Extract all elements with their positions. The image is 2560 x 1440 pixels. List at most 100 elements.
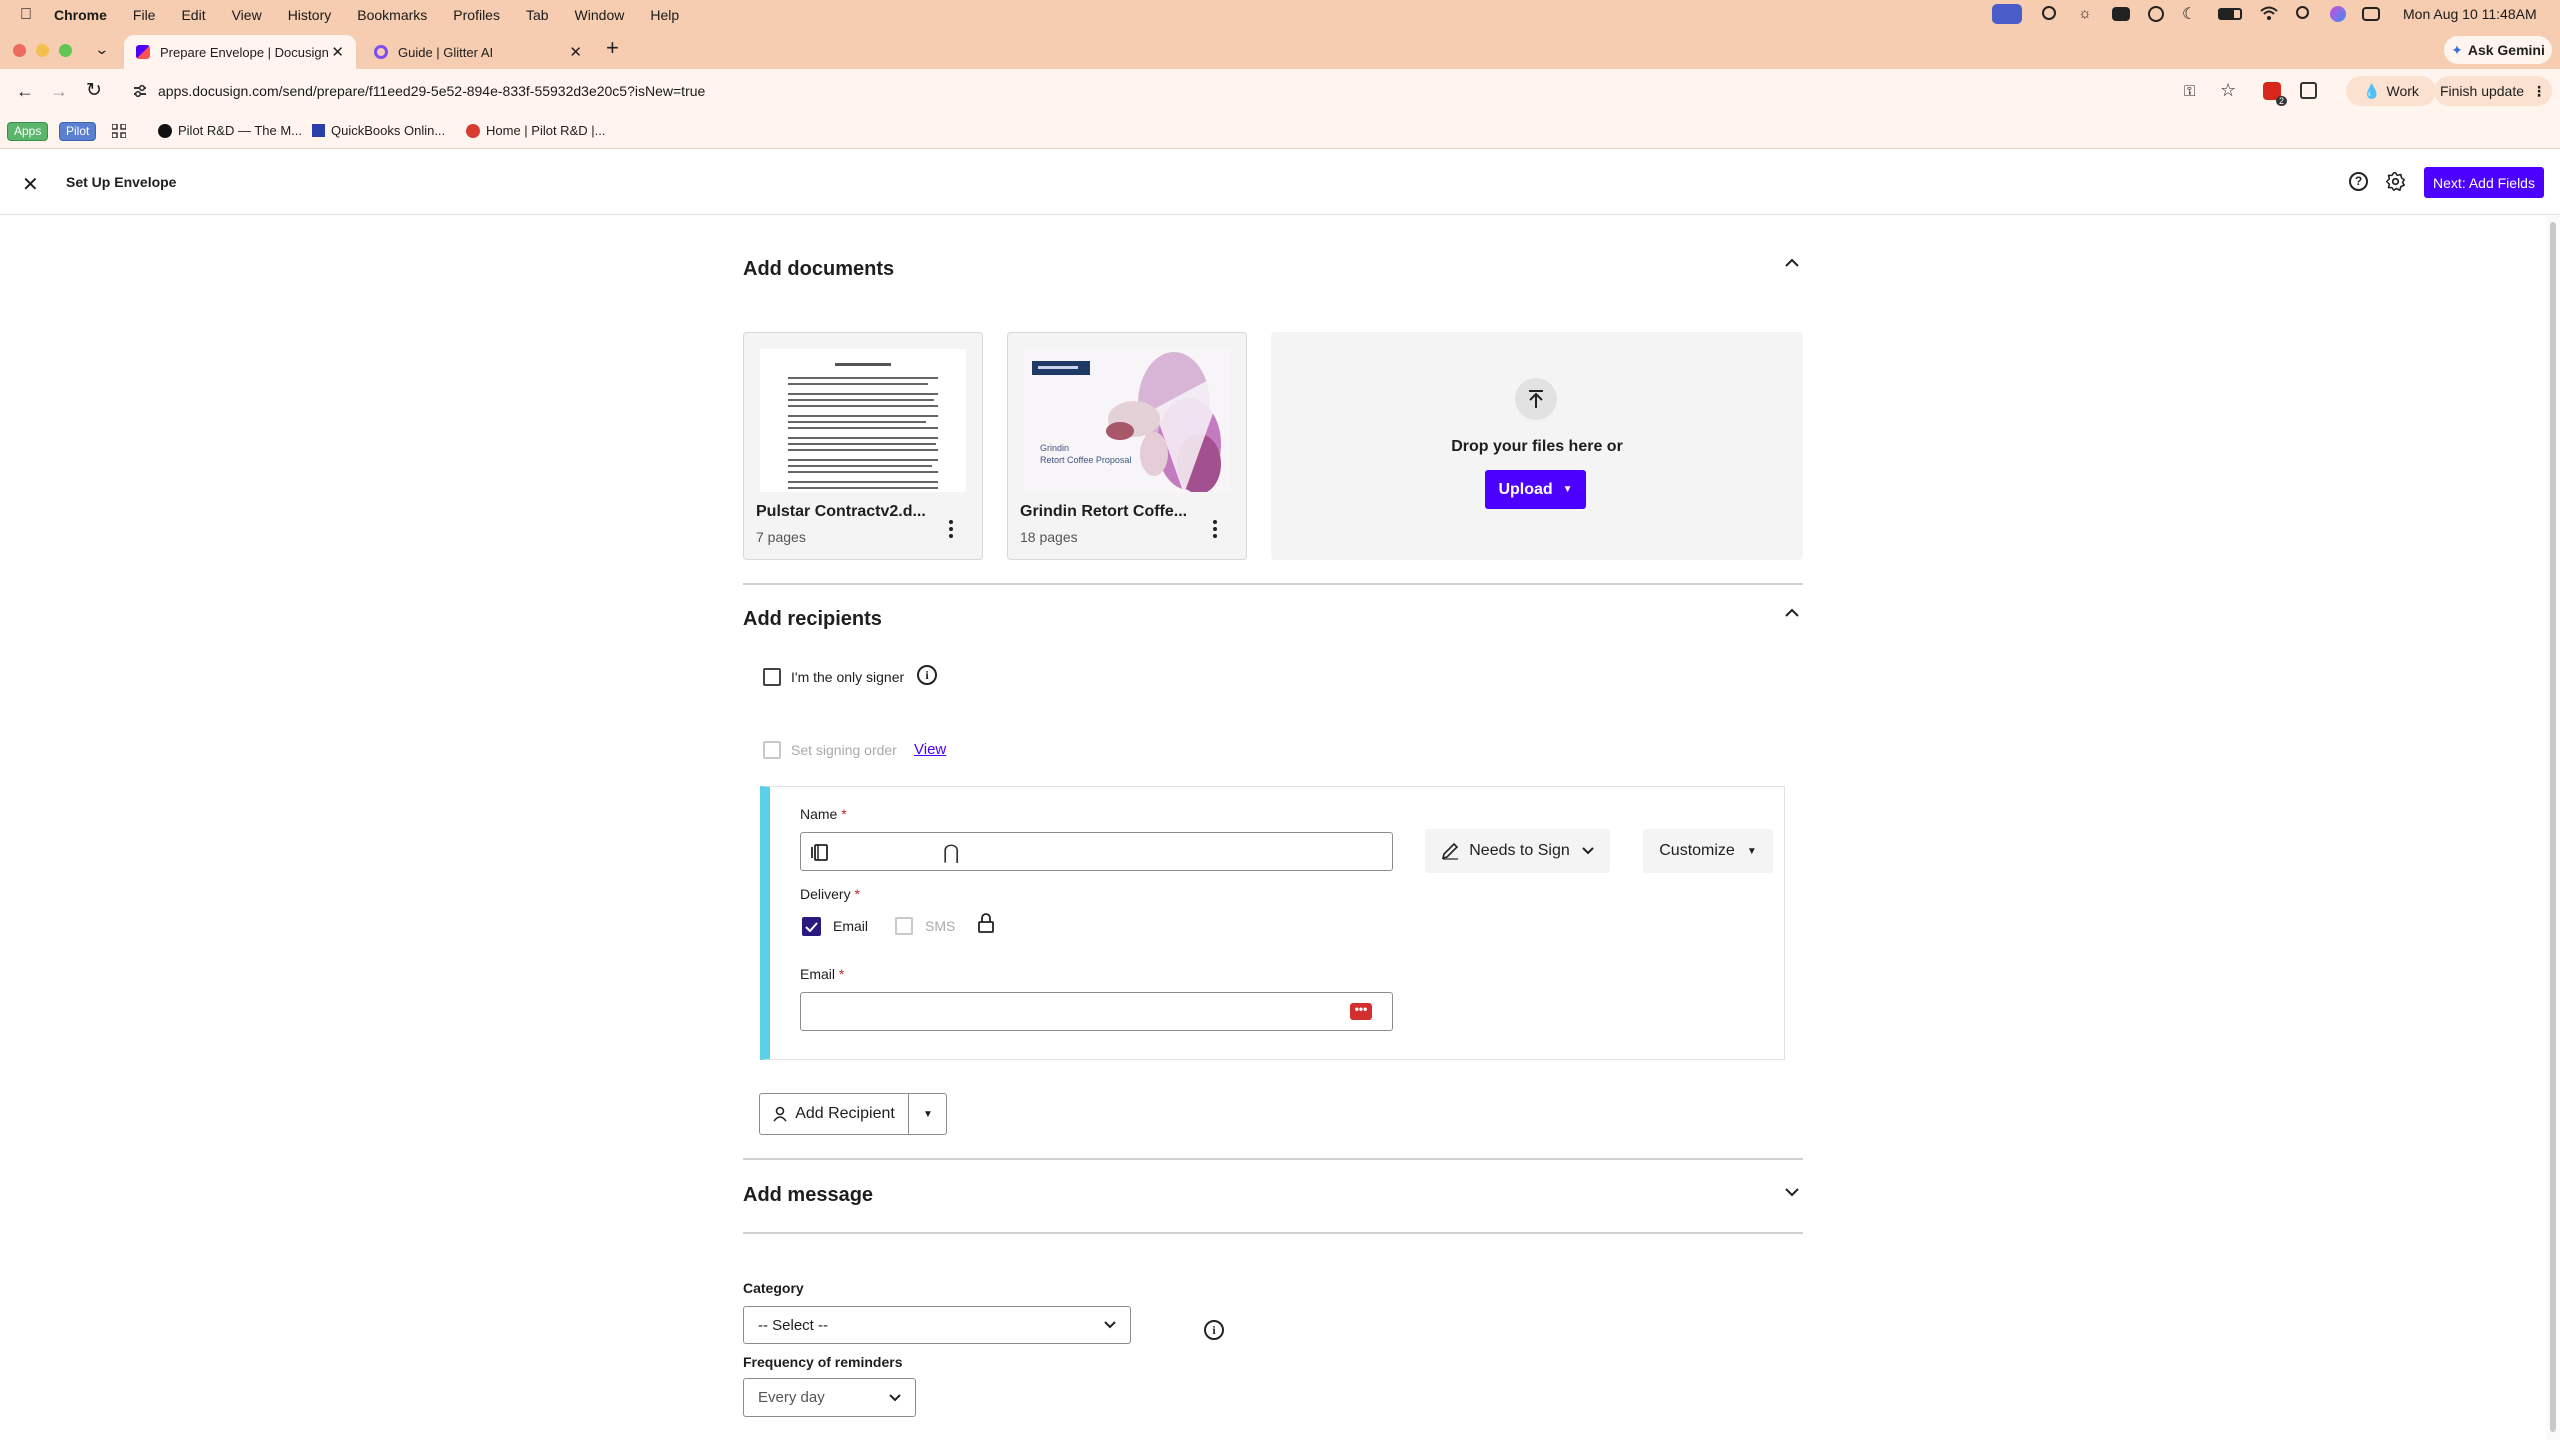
bookmark-star-icon[interactable]: ☆	[2220, 80, 2236, 101]
menu-tab[interactable]: Tab	[526, 7, 549, 23]
add-recipient-options-dropdown[interactable]: ▼	[909, 1094, 947, 1134]
document-card[interactable]: Grindin Retort Coffee Proposal Grindin R…	[1007, 332, 1247, 560]
expand-message-chevron-icon[interactable]	[1785, 1188, 1799, 1197]
document-thumbnail[interactable]	[760, 349, 966, 492]
bookmark-pilot-rd[interactable]: Pilot R&D — The M...	[158, 123, 302, 138]
menu-edit[interactable]: Edit	[181, 7, 205, 23]
forward-icon[interactable]: →	[50, 81, 68, 102]
category-select[interactable]: -- Select --	[743, 1306, 1131, 1344]
new-tab-button[interactable]: +	[606, 35, 619, 61]
extension-acrobat-icon[interactable]: 2	[2263, 82, 2287, 106]
file-drop-zone[interactable]: Drop your files here or Upload ▼	[1271, 332, 1803, 560]
address-bar[interactable]: apps.docusign.com/send/prepare/f11eed29-…	[124, 75, 2274, 108]
only-signer-checkbox[interactable]	[763, 668, 781, 686]
apps-grid-icon[interactable]	[112, 124, 126, 138]
add-recipient-button[interactable]: Add Recipient	[760, 1094, 909, 1134]
category-info-icon[interactable]: i	[1204, 1320, 1224, 1340]
back-icon[interactable]: ←	[16, 81, 34, 102]
menu-profiles[interactable]: Profiles	[453, 7, 500, 23]
menu-bookmarks[interactable]: Bookmarks	[357, 7, 427, 23]
ask-gemini-label: Ask Gemini	[2467, 42, 2545, 58]
menu-history[interactable]: History	[288, 7, 332, 23]
tab-glitter[interactable]: Guide | Glitter AI ✕	[362, 35, 594, 69]
menu-help[interactable]: Help	[650, 7, 679, 23]
menu-view[interactable]: View	[232, 7, 262, 23]
reload-icon[interactable]: ↻	[86, 79, 102, 102]
role-dropdown[interactable]: Needs to Sign	[1425, 829, 1610, 873]
menu-extra-icon[interactable]	[2112, 7, 2130, 21]
next-add-fields-button[interactable]: Next: Add Fields	[2424, 167, 2544, 198]
control-center-icon[interactable]	[2362, 7, 2380, 21]
docusign-favicon-icon	[136, 45, 150, 59]
menu-file[interactable]: File	[133, 7, 156, 23]
document-menu-icon[interactable]	[1212, 519, 1218, 539]
close-icon[interactable]: ✕	[22, 172, 39, 197]
name-input[interactable]: ⋂	[800, 832, 1393, 871]
svg-text:Retort Coffee Proposal: Retort Coffee Proposal	[1040, 455, 1131, 465]
tab-title: Guide | Glitter AI	[398, 44, 494, 60]
bookmark-pilot-tag[interactable]: Pilot	[59, 122, 97, 141]
moon-icon[interactable]: ☾	[2182, 4, 2196, 24]
upload-button[interactable]: Upload ▼	[1485, 470, 1586, 509]
contacts-book-icon[interactable]	[811, 844, 828, 861]
close-tab-icon[interactable]: ✕	[569, 43, 582, 61]
bookmarks-bar: Apps Pilot Pilot R&D — The M... QuickBoo…	[0, 114, 2560, 149]
document-card[interactable]: Pulstar Contractv2.d... 7 pages	[743, 332, 983, 560]
collapse-documents-chevron-icon[interactable]	[1785, 258, 1799, 267]
tab-search-chevron-icon[interactable]: ⌄	[94, 41, 109, 58]
ask-gemini-button[interactable]: ✦ Ask Gemini	[2444, 36, 2552, 64]
collapse-recipients-chevron-icon[interactable]	[1785, 608, 1799, 617]
bookmark-home-pilot[interactable]: Home | Pilot R&D |...	[466, 123, 605, 138]
scrollbar-thumb[interactable]	[2550, 222, 2556, 1432]
scrollbar[interactable]	[2546, 216, 2560, 1440]
caret-down-icon: ▼	[1562, 484, 1573, 495]
email-delivery-checkbox[interactable]	[802, 917, 821, 936]
menu-window[interactable]: Window	[575, 7, 625, 23]
spotlight-icon[interactable]	[2296, 6, 2309, 19]
customize-dropdown[interactable]: Customize ▼	[1643, 829, 1773, 873]
svg-text:Grindin: Grindin	[1040, 443, 1069, 453]
bookmark-quickbooks[interactable]: QuickBooks Onlin...	[312, 123, 445, 138]
search-status-icon[interactable]	[2042, 6, 2056, 20]
tab-title: Prepare Envelope | Docusign	[160, 44, 329, 60]
settings-gear-icon[interactable]	[2385, 171, 2406, 192]
document-page-count: 18 pages	[1020, 529, 1078, 545]
password-key-icon[interactable]: ⚿	[2184, 83, 2195, 100]
email-input[interactable]: •••	[800, 992, 1393, 1031]
extensions-puzzle-icon[interactable]	[2300, 82, 2317, 99]
url-text[interactable]: apps.docusign.com/send/prepare/f11eed29-…	[158, 83, 705, 99]
info-icon[interactable]: i	[917, 665, 937, 685]
document-menu-icon[interactable]	[948, 519, 954, 539]
siri-icon[interactable]	[2330, 6, 2346, 22]
wifi-icon[interactable]	[2260, 5, 2278, 21]
menu-chrome[interactable]: Chrome	[54, 7, 107, 23]
minimize-window-button[interactable]	[36, 44, 49, 57]
upload-label: Upload	[1498, 480, 1553, 498]
apple-icon[interactable]: 	[20, 6, 32, 24]
brightness-icon[interactable]: ☼	[2078, 5, 2092, 22]
help-icon[interactable]: ?	[2349, 172, 2368, 191]
document-page-count: 7 pages	[756, 529, 806, 545]
document-thumbnail[interactable]: Grindin Retort Coffee Proposal	[1024, 349, 1230, 492]
view-signing-order-link[interactable]: View	[914, 741, 946, 758]
password-manager-icon[interactable]: •••	[1350, 1003, 1372, 1020]
tab-docusign[interactable]: Prepare Envelope | Docusign ✕	[124, 35, 356, 69]
sms-delivery-checkbox[interactable]	[895, 917, 913, 935]
close-window-button[interactable]	[13, 44, 26, 57]
close-tab-icon[interactable]: ✕	[331, 43, 344, 61]
site-info-icon[interactable]	[133, 84, 147, 98]
bookmark-apps-tag[interactable]: Apps	[7, 122, 49, 141]
browser-tabstrip: ⌄ Prepare Envelope | Docusign ✕ Guide | …	[0, 29, 2560, 69]
add-recipient-label: Add Recipient	[795, 1105, 895, 1122]
finish-update-button[interactable]: Finish update ⋮	[2434, 76, 2552, 106]
zoom-window-button[interactable]	[59, 44, 72, 57]
profile-chip[interactable]: 💧 Work	[2346, 76, 2436, 106]
screen-record-icon[interactable]	[1992, 4, 2022, 24]
profile-label: Work	[2386, 83, 2419, 99]
battery-icon[interactable]	[2218, 8, 2242, 20]
focus-icon[interactable]	[2148, 6, 2164, 22]
signing-order-checkbox[interactable]	[763, 741, 781, 759]
lock-icon[interactable]	[978, 913, 994, 933]
frequency-select[interactable]: Every day	[743, 1378, 916, 1417]
signing-order-label: Set signing order	[791, 742, 897, 758]
